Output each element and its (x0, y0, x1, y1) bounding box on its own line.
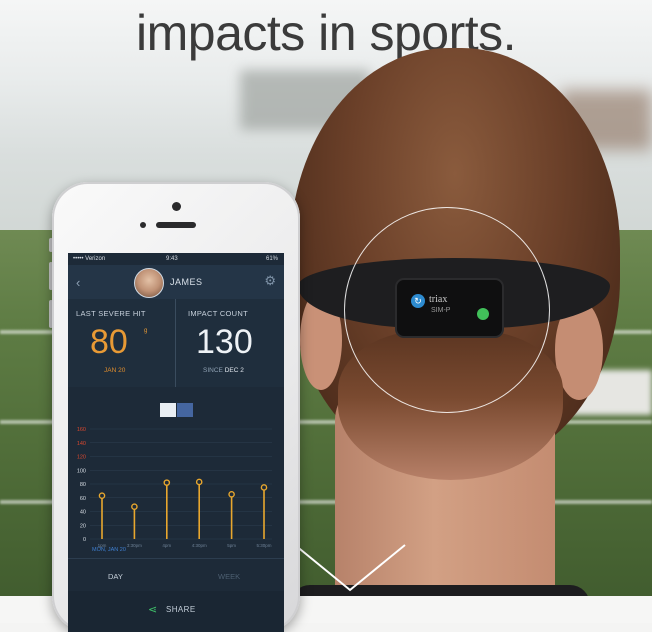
y-tick-label: 160 (77, 427, 86, 433)
list-view-icon[interactable] (177, 403, 193, 417)
avatar[interactable] (134, 268, 164, 298)
impact-count-label: IMPACT COUNT (188, 309, 248, 318)
last-severe-hit-value: 80 (90, 323, 128, 361)
impact-point (131, 503, 138, 510)
y-tick-label: 0 (83, 537, 86, 543)
impact-count-value: 130 (196, 323, 253, 361)
impact-since-prefix: SINCE (203, 367, 223, 374)
battery: 61% (265, 256, 278, 262)
x-tick-label: 5:30pm (256, 543, 271, 548)
tab-week[interactable]: WEEK (218, 572, 240, 581)
line-chart-icon[interactable] (160, 403, 176, 417)
chart-view-toggle[interactable] (160, 403, 194, 417)
impact-point (260, 484, 268, 491)
proximity-sensor (140, 222, 146, 228)
stats-divider (175, 299, 176, 387)
impact-since-date: DEC 2 (224, 367, 244, 374)
y-tick-label: 100 (77, 468, 86, 474)
smartphone: ••••• Verizon 9:43 61% ‹ JAMES ⚙ LAST SE… (52, 182, 300, 632)
gear-icon[interactable]: ⚙ (264, 273, 276, 289)
x-tick-label: 4pm (162, 543, 171, 548)
front-camera (172, 202, 181, 211)
stats-panel: LAST SEVERE HIT IMPACT COUNT 80 g 130 JA… (68, 299, 284, 387)
app-screen: ••••• Verizon 9:43 61% ‹ JAMES ⚙ LAST SE… (68, 253, 284, 632)
y-tick-label: 20 (80, 523, 86, 529)
y-tick-label: 120 (77, 455, 86, 461)
athlete-name: JAMES (170, 277, 203, 287)
chevron-down-icon[interactable] (290, 535, 410, 595)
impact-point (98, 492, 106, 499)
share-bar[interactable]: ⋖ SHARE (68, 591, 284, 632)
impact-point (195, 478, 203, 486)
x-tick-label: 4:30pm (192, 543, 207, 548)
nav-bar: ‹ JAMES ⚙ (68, 265, 284, 299)
earpiece-speaker (156, 222, 196, 228)
x-tick-label: 3:30pm (127, 543, 142, 548)
tab-day[interactable]: DAY (108, 572, 123, 581)
last-severe-hit-date: JAN 20 (104, 367, 126, 374)
chart-day-label: MON, JAN 20 (92, 547, 126, 553)
last-severe-hit-label: LAST SEVERE HIT (76, 309, 146, 318)
status-bar: ••••• Verizon 9:43 61% (68, 253, 284, 265)
back-chevron-icon[interactable]: ‹ (76, 275, 80, 290)
x-tick-label: 5pm (227, 543, 236, 548)
share-button[interactable]: SHARE (166, 605, 196, 614)
y-tick-label: 80 (80, 482, 86, 488)
carrier: ••••• Verizon (73, 256, 106, 262)
y-tick-label: 60 (80, 496, 86, 502)
y-tick-label: 40 (80, 510, 86, 516)
last-severe-hit-unit: g (144, 328, 148, 334)
impact-point (163, 479, 171, 486)
impact-since: SINCE DEC 2 (203, 367, 244, 374)
impact-chart: 0204060801001201401601pm 3:30pm 4pm 4:30pm 5… (77, 427, 272, 548)
impact-point (228, 491, 235, 498)
share-icon[interactable]: ⋖ (148, 603, 157, 616)
period-tabs: DAY WEEK (68, 558, 284, 591)
clock: 9:43 (166, 256, 178, 262)
y-tick-label: 140 (77, 441, 86, 447)
highlight-ring (344, 207, 550, 413)
